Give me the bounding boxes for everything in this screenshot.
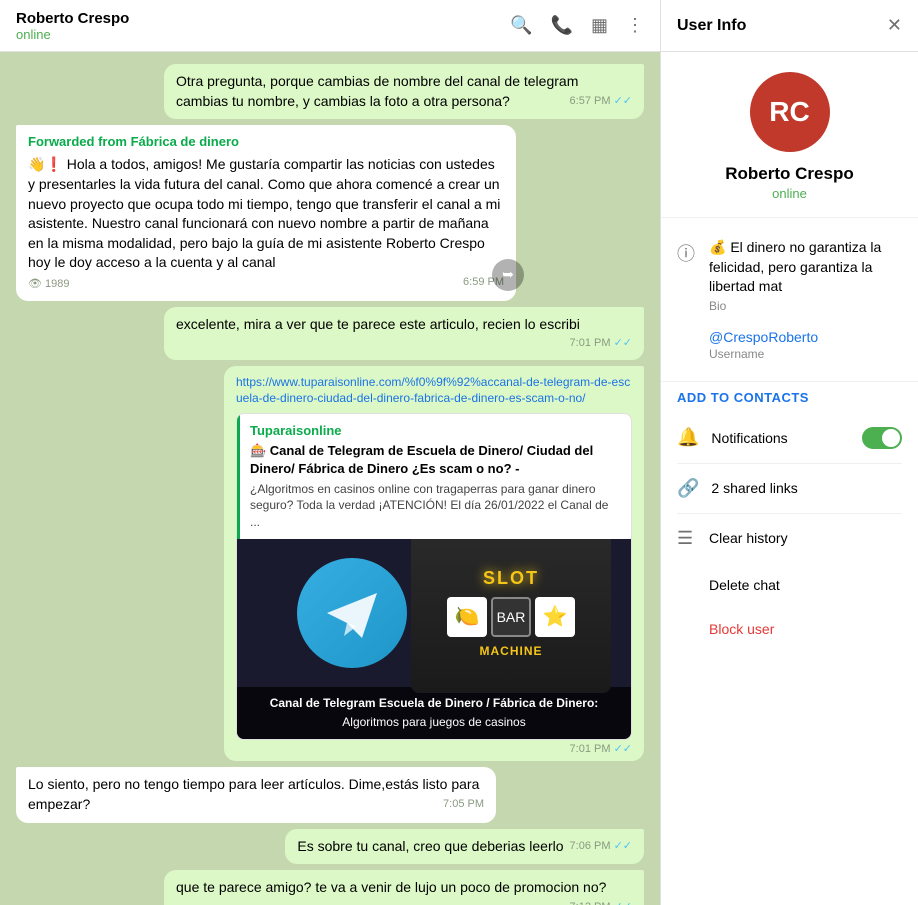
chat-header-info: Roberto Crespo online	[16, 10, 510, 42]
notifications-label: Notifications	[711, 430, 850, 446]
notifications-toggle[interactable]	[862, 427, 902, 449]
table-row: Lo siento, pero no tengo tiempo para lee…	[16, 767, 644, 822]
preview-caption: Canal de Telegram Escuela de Dinero / Fá…	[237, 687, 631, 739]
preview-title: 🎰 Canal de Telegram de Escuela de Dinero…	[250, 442, 621, 478]
add-to-contacts-button[interactable]: ADD TO CONTACTS	[661, 382, 918, 413]
bell-icon: 🔔	[677, 427, 699, 448]
username-label: Username	[709, 347, 818, 361]
delete-chat-label: Delete chat	[709, 577, 902, 593]
telegram-logo	[297, 558, 407, 668]
table-row: que te parece amigo? te va a venir de lu…	[16, 870, 644, 905]
preview-desc: ¿Algoritmos en casinos online con tragap…	[250, 481, 621, 531]
preview-card: Tuparaisonline 🎰 Canal de Telegram de Es…	[236, 413, 632, 740]
chat-header: Roberto Crespo online 🔍 📞 ▦ ⋮	[0, 0, 660, 52]
message-bubble: Otra pregunta, porque cambias de nombre …	[164, 64, 644, 119]
info-section: ⓘ 💰 El dinero no garantiza la felicidad,…	[661, 218, 918, 382]
message-text: excelente, mira a ver que te parece este…	[176, 316, 580, 332]
table-row: Forwarded from Fábrica de dinero 👋❗ Hola…	[16, 125, 644, 300]
table-row: excelente, mira a ver que te parece este…	[16, 307, 644, 360]
clear-history-row[interactable]: ☰ Clear history	[677, 514, 902, 563]
link-icon: 🔗	[677, 478, 699, 499]
user-info-header: User Info ✕	[661, 0, 918, 52]
table-row: Es sobre tu canal, creo que deberias lee…	[16, 829, 644, 865]
message-time: 7:01 PM ✓✓	[570, 742, 632, 757]
notifications-row[interactable]: 🔔 Notifications	[677, 413, 902, 464]
message-time: 7:05 PM	[443, 797, 484, 812]
message-time: 6:57 PM ✓✓	[570, 94, 632, 109]
toggle-knob	[882, 429, 900, 447]
username-row: @CrespoRoberto Username	[677, 321, 902, 369]
message-time: 7:01 PM ✓✓	[570, 336, 632, 351]
forwarded-label: Forwarded from Fábrica de dinero	[28, 133, 504, 151]
username-text: @CrespoRoberto	[709, 329, 818, 345]
message-bubble: excelente, mira a ver que te parece este…	[164, 307, 644, 360]
preview-header: Tuparaisonline 🎰 Canal de Telegram de Es…	[237, 414, 631, 539]
action-section: 🔔 Notifications 🔗 2 shared links ☰ Clear…	[661, 413, 918, 653]
avatar: RC	[750, 72, 830, 152]
slot-machine: SLOT 🍋 BAR ⭐ MACHINE	[411, 539, 611, 693]
message-bubble: que te parece amigo? te va a venir de lu…	[164, 870, 644, 905]
clear-history-label: Clear history	[709, 530, 902, 546]
block-user-row[interactable]: Block user	[677, 607, 902, 653]
user-info-title: User Info	[677, 17, 887, 35]
preview-image-content: SLOT 🍋 BAR ⭐ MACHINE	[237, 539, 631, 687]
table-row: Otra pregunta, porque cambias de nombre …	[16, 64, 644, 119]
layout-icon[interactable]: ▦	[591, 15, 608, 36]
shared-links-row[interactable]: 🔗 2 shared links	[677, 464, 902, 514]
user-status: online	[772, 186, 807, 201]
list-icon: ☰	[677, 528, 697, 549]
shared-links-label: 2 shared links	[711, 480, 902, 496]
contact-name: Roberto Crespo	[16, 10, 510, 27]
bio-row: ⓘ 💰 El dinero no garantiza la felicidad,…	[677, 230, 902, 321]
message-text: Es sobre tu canal, creo que deberias lee…	[297, 838, 563, 854]
block-user-label: Block user	[709, 621, 774, 637]
message-bubble-link: https://www.tuparaisonline.com/%f0%9f%92…	[224, 366, 644, 762]
view-count: 👁 1989	[28, 278, 70, 290]
message-bubble: Lo siento, pero no tengo tiempo para lee…	[16, 767, 496, 822]
delete-chat-row[interactable]: Delete chat	[677, 563, 902, 607]
close-icon[interactable]: ✕	[887, 15, 902, 36]
search-icon[interactable]: 🔍	[510, 15, 532, 36]
message-text: 👋❗ Hola a todos, amigos! Me gustaría com…	[28, 156, 500, 270]
chat-panel: Roberto Crespo online 🔍 📞 ▦ ⋮ Otra pregu…	[0, 0, 660, 905]
message-bubble: Es sobre tu canal, creo que deberias lee…	[285, 829, 644, 865]
bio-label: Bio	[709, 299, 902, 313]
message-time: 7:06 PM ✓✓	[570, 839, 632, 854]
message-bubble-forwarded: Forwarded from Fábrica de dinero 👋❗ Hola…	[16, 125, 516, 300]
message-text: Lo siento, pero no tengo tiempo para lee…	[28, 776, 479, 812]
message-text: Otra pregunta, porque cambias de nombre …	[176, 73, 578, 109]
user-name: Roberto Crespo	[725, 164, 853, 184]
preview-site: Tuparaisonline	[250, 422, 621, 440]
preview-image: SLOT 🍋 BAR ⭐ MACHINE Canal de Telegram E	[237, 539, 631, 739]
link-url[interactable]: https://www.tuparaisonline.com/%f0%9f%92…	[236, 374, 632, 408]
message-time: 7:12 PM ✓✓	[570, 900, 632, 905]
contact-status: online	[16, 27, 510, 42]
message-text: que te parece amigo? te va a venir de lu…	[176, 879, 606, 895]
info-icon: ⓘ	[677, 240, 697, 266]
user-info-panel: User Info ✕ RC Roberto Crespo online ⓘ 💰…	[660, 0, 918, 905]
avatar-section: RC Roberto Crespo online	[661, 52, 918, 218]
more-icon[interactable]: ⋮	[626, 15, 644, 36]
forward-icon[interactable]: ➥	[492, 259, 524, 291]
chat-header-icons: 🔍 📞 ▦ ⋮	[510, 15, 644, 36]
table-row: https://www.tuparaisonline.com/%f0%9f%92…	[16, 366, 644, 762]
bio-text: 💰 El dinero no garantiza la felicidad, p…	[709, 238, 902, 297]
messages-area[interactable]: Otra pregunta, porque cambias de nombre …	[0, 52, 660, 905]
call-icon[interactable]: 📞	[551, 15, 573, 36]
